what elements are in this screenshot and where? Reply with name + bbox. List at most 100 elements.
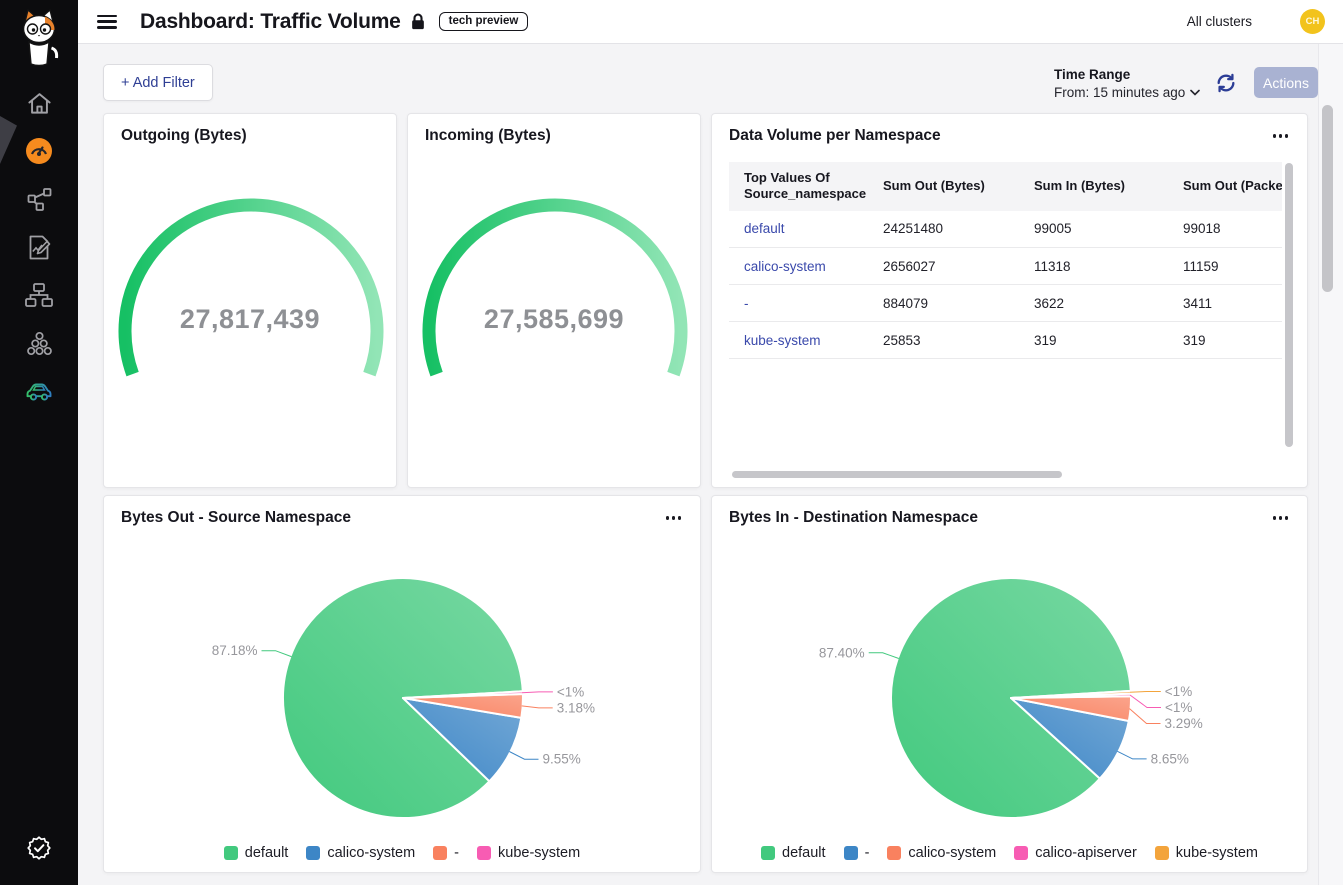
namespace-table-wrapper: Top Values Of Source_namespaceSum Out (B…	[729, 162, 1293, 461]
legend-label: calico-system	[908, 845, 996, 861]
legend-swatch	[761, 846, 775, 860]
pie-percent-label: 3.29%	[1165, 716, 1203, 731]
pie-percent-label: <1%	[1165, 700, 1192, 715]
incoming-bytes-card: Incoming (Bytes) 27,585,699	[407, 113, 701, 488]
calico-cat-logo[interactable]	[15, 8, 63, 73]
table-horizontal-scrollbar[interactable]	[732, 471, 1062, 478]
namespace-link[interactable]: calico-system	[729, 248, 868, 285]
table-row: default242514809900599018	[729, 211, 1282, 248]
hamburger-menu-button[interactable]	[97, 15, 117, 29]
legend-label: -	[865, 845, 870, 861]
filter-toolbar: + Add Filter Time Range From: 15 minutes…	[78, 44, 1318, 113]
legend-swatch	[477, 846, 491, 860]
sidebar-item-service-graph[interactable]	[25, 185, 53, 213]
table-column-header: Top Values Of Source_namespace	[729, 162, 868, 211]
namespace-link[interactable]: -	[729, 285, 868, 322]
card-menu-button[interactable]	[1270, 131, 1292, 141]
table-horizontal-scrollbar-track	[729, 471, 1293, 479]
table-cell: 319	[1019, 322, 1168, 359]
table-cell: 24251480	[868, 211, 1019, 248]
legend-item-kube-system[interactable]: kube-system	[1155, 845, 1258, 861]
legend-item-calico-apiserver[interactable]: calico-apiserver	[1014, 845, 1137, 861]
sidebar-item-dashboards[interactable]	[25, 137, 53, 165]
legend-swatch	[844, 846, 858, 860]
bytes-in-pie-card: Bytes In - Destination Namespace 87.40%8…	[711, 495, 1308, 873]
legend-label: calico-system	[327, 845, 415, 861]
outgoing-bytes-card: Outgoing (Bytes) 27,817,439	[103, 113, 397, 488]
namespace-link[interactable]: kube-system	[729, 322, 868, 359]
sidebar-item-compliance[interactable]	[25, 834, 53, 862]
gauge-value: 27,817,439	[104, 304, 396, 335]
avatar[interactable]: CH	[1300, 9, 1325, 34]
cluster-nodes-icon	[26, 330, 53, 357]
sidebar-item-clusters[interactable]	[25, 329, 53, 357]
legend-label: kube-system	[498, 845, 580, 861]
cluster-selector[interactable]: All clusters	[1187, 14, 1252, 29]
legend-label: -	[454, 845, 459, 861]
legend-item-calico-system[interactable]: calico-system	[306, 845, 415, 861]
time-range-value: From: 15 minutes ago	[1054, 85, 1185, 100]
legend-swatch	[224, 846, 238, 860]
pie-legend: default - calico-system calico-apiserver kub…	[712, 845, 1307, 861]
legend-item--[interactable]: -	[844, 845, 870, 861]
lock-icon	[411, 13, 425, 30]
time-range-selector[interactable]: Time Range From: 15 minutes ago	[1054, 67, 1200, 100]
legend-swatch	[433, 846, 447, 860]
legend-label: default	[245, 845, 289, 861]
page-scrollbar[interactable]	[1322, 105, 1333, 292]
report-icon	[26, 234, 52, 261]
sidebar-item-home[interactable]	[25, 89, 53, 117]
legend-swatch	[1014, 846, 1028, 860]
legend-swatch	[1155, 846, 1169, 860]
sidebar	[0, 0, 78, 885]
legend-label: calico-apiserver	[1035, 845, 1137, 861]
sidebar-item-network-topology[interactable]	[25, 281, 53, 309]
legend-swatch	[306, 846, 320, 860]
legend-item-default[interactable]: default	[224, 845, 289, 861]
table-cell: 99005	[1019, 211, 1168, 248]
table-cell: 99018	[1168, 211, 1282, 248]
sidebar-item-reports[interactable]	[25, 233, 53, 261]
table-column-header: Sum Out (Packets)	[1168, 162, 1282, 211]
outgoing-gauge-chart	[104, 114, 398, 489]
actions-button[interactable]: Actions	[1254, 67, 1318, 98]
sidebar-corner-flap	[0, 116, 17, 164]
legend-swatch	[887, 846, 901, 860]
table-cell: 2656027	[868, 248, 1019, 285]
data-volume-table-card: Data Volume per Namespace Top Values Of …	[711, 113, 1308, 488]
dashboard-gauge-icon	[25, 137, 53, 165]
table-cell: 11159	[1168, 248, 1282, 285]
legend-item-calico-system[interactable]: calico-system	[887, 845, 996, 861]
legend-label: kube-system	[1176, 845, 1258, 861]
time-range-label: Time Range	[1054, 67, 1200, 82]
service-graph-icon	[26, 186, 53, 212]
add-filter-button[interactable]: + Add Filter	[103, 64, 213, 101]
verified-badge-icon	[25, 834, 53, 862]
table-row: kube-system25853319319	[729, 322, 1282, 359]
table-cell: 319	[1168, 322, 1282, 359]
table-row: calico-system26560271131811159	[729, 248, 1282, 285]
pie-percent-label: <1%	[1165, 684, 1192, 699]
namespace-link[interactable]: default	[729, 211, 868, 248]
sidebar-item-vroom[interactable]	[25, 376, 53, 404]
refresh-button[interactable]	[1215, 72, 1237, 94]
table-column-header: Sum In (Bytes)	[1019, 162, 1168, 211]
legend-item-default[interactable]: default	[761, 845, 826, 861]
pie-legend: default calico-system - kube-system	[104, 845, 700, 861]
bytes-out-pie-chart: 87.18%9.55%3.18%<1%	[104, 496, 702, 874]
bytes-in-pie-chart: 87.40%8.65%3.29%<1%<1%	[712, 496, 1309, 874]
legend-item-kube-system[interactable]: kube-system	[477, 845, 580, 861]
home-icon	[26, 90, 53, 116]
pie-percent-label: 87.40%	[819, 645, 865, 660]
legend-item--[interactable]: -	[433, 845, 459, 861]
table-column-header: Sum Out (Bytes)	[868, 162, 1019, 211]
app-root: Dashboard: Traffic Volume tech preview A…	[0, 0, 1343, 885]
network-sitemap-icon	[25, 282, 53, 308]
incoming-gauge-chart	[408, 114, 702, 489]
table-cell: 3411	[1168, 285, 1282, 322]
pie-percent-label: 9.55%	[543, 752, 581, 767]
table-cell: 25853	[868, 322, 1019, 359]
namespace-table: Top Values Of Source_namespaceSum Out (B…	[729, 162, 1282, 359]
car-icon	[25, 377, 53, 403]
table-vertical-scrollbar[interactable]	[1285, 163, 1293, 447]
